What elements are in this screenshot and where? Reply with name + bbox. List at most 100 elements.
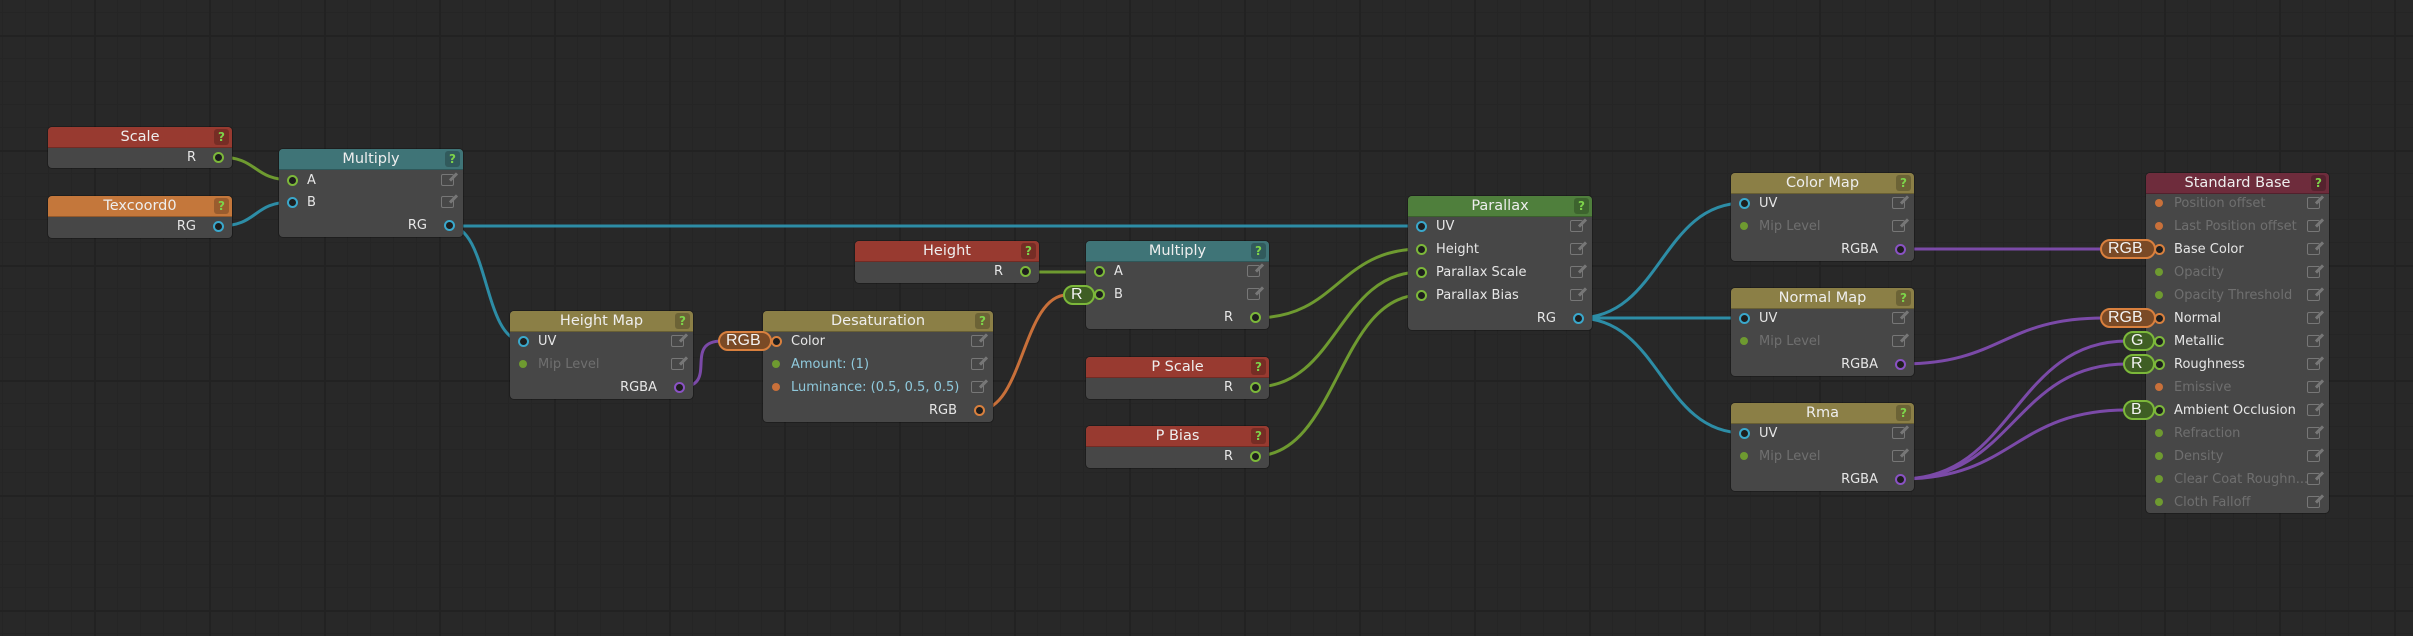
edit-icon[interactable] <box>2307 335 2320 347</box>
edit-icon[interactable] <box>1892 312 1905 324</box>
node-standard-base[interactable]: Standard Base ? Position offset Last Pos… <box>2146 173 2329 513</box>
help-icon[interactable]: ? <box>2311 175 2326 191</box>
node-header[interactable]: Standard Base ? <box>2146 173 2329 194</box>
input-pin[interactable] <box>1740 222 1748 230</box>
node-header[interactable]: Height ? <box>855 241 1039 262</box>
input-pin[interactable] <box>518 336 529 347</box>
input-pin[interactable] <box>1739 313 1750 324</box>
input-pin[interactable] <box>2154 405 2165 416</box>
node-header[interactable]: P Scale ? <box>1086 357 1269 378</box>
output-pin[interactable] <box>674 382 685 393</box>
input-pin[interactable] <box>2155 498 2163 506</box>
edit-icon[interactable] <box>2307 427 2320 439</box>
help-icon[interactable]: ? <box>1574 198 1589 214</box>
edit-icon[interactable] <box>971 335 984 347</box>
input-pin[interactable] <box>1416 267 1427 278</box>
help-icon[interactable]: ? <box>675 313 690 329</box>
help-icon[interactable]: ? <box>1896 290 1911 306</box>
wire-rma-to-metallic[interactable] <box>1900 339 2128 481</box>
wire-pscale-to-parallax[interactable] <box>1254 270 1422 389</box>
output-pin[interactable] <box>213 221 224 232</box>
input-pin[interactable] <box>1416 221 1427 232</box>
input-pin[interactable] <box>772 360 780 368</box>
node-header[interactable]: P Bias ? <box>1086 426 1269 447</box>
help-icon[interactable]: ? <box>1251 359 1266 375</box>
output-pin[interactable] <box>213 152 224 163</box>
input-pin[interactable] <box>1416 244 1427 255</box>
edit-icon[interactable] <box>1892 450 1905 462</box>
node-header[interactable]: Texcoord0 ? <box>48 196 232 217</box>
edit-icon[interactable] <box>1892 220 1905 232</box>
input-pin[interactable] <box>2155 429 2163 437</box>
input-pin[interactable] <box>1740 337 1748 345</box>
node-multiply-2[interactable]: Multiply ? A B R <box>1086 241 1269 329</box>
node-header[interactable]: Color Map ? <box>1731 173 1914 194</box>
input-pin[interactable] <box>2154 359 2165 370</box>
output-pin[interactable] <box>444 220 455 231</box>
node-header[interactable]: Scale ? <box>48 127 232 148</box>
edit-icon[interactable] <box>2307 220 2320 232</box>
input-pin[interactable] <box>1739 198 1750 209</box>
wire-rma-to-ao[interactable] <box>1900 408 2128 481</box>
edit-icon[interactable] <box>2307 450 2320 462</box>
node-height-map[interactable]: Height Map ? UV Mip Level RGBA <box>510 311 693 399</box>
node-rma[interactable]: Rma ? UV Mip Level RGBA <box>1731 403 1914 491</box>
edit-icon[interactable] <box>1570 289 1583 301</box>
node-desaturation[interactable]: Desaturation ? Color Amount: (1) Luminan… <box>763 311 993 422</box>
help-icon[interactable]: ? <box>1251 243 1266 259</box>
node-texcoord0[interactable]: Texcoord0 ? RG <box>48 196 232 238</box>
node-normal-map[interactable]: Normal Map ? UV Mip Level RGBA <box>1731 288 1914 376</box>
output-pin[interactable] <box>1020 266 1031 277</box>
node-header[interactable]: Rma ? <box>1731 403 1914 424</box>
input-pin[interactable] <box>519 360 527 368</box>
edit-icon[interactable] <box>1570 243 1583 255</box>
input-pin[interactable] <box>2155 475 2163 483</box>
output-pin[interactable] <box>974 405 985 416</box>
wire-parallax-to-colormap[interactable] <box>1577 201 1745 320</box>
output-pin[interactable] <box>1573 313 1584 324</box>
input-pin[interactable] <box>771 336 782 347</box>
node-header[interactable]: Parallax ? <box>1408 196 1592 217</box>
help-icon[interactable]: ? <box>1896 175 1911 191</box>
edit-icon[interactable] <box>671 335 684 347</box>
output-pin[interactable] <box>1895 474 1906 485</box>
edit-icon[interactable] <box>1570 266 1583 278</box>
input-pin[interactable] <box>2154 336 2165 347</box>
node-p-bias[interactable]: P Bias ? R <box>1086 426 1269 468</box>
edit-icon[interactable] <box>971 358 984 370</box>
help-icon[interactable]: ? <box>1251 428 1266 444</box>
edit-icon[interactable] <box>2307 496 2320 508</box>
edit-icon[interactable] <box>2307 404 2320 416</box>
edit-icon[interactable] <box>2307 312 2320 324</box>
edit-icon[interactable] <box>2307 243 2320 255</box>
output-pin[interactable] <box>1250 382 1261 393</box>
wire-normalmap-to-normal[interactable] <box>1900 316 2105 366</box>
input-pin[interactable] <box>2155 291 2163 299</box>
node-header[interactable]: Height Map ? <box>510 311 693 332</box>
wire-multiply-to-parallax-height[interactable] <box>1254 247 1422 320</box>
wire-parallax-to-rma[interactable] <box>1577 316 1745 435</box>
help-icon[interactable]: ? <box>1021 243 1036 259</box>
help-icon[interactable]: ? <box>975 313 990 329</box>
node-multiply-1[interactable]: Multiply ? A B RG <box>279 149 463 237</box>
output-pin[interactable] <box>1895 359 1906 370</box>
edit-icon[interactable] <box>1570 220 1583 232</box>
input-pin[interactable] <box>2155 452 2163 460</box>
input-pin[interactable] <box>287 197 298 208</box>
input-pin[interactable] <box>2155 222 2163 230</box>
node-header[interactable]: Multiply ? <box>1086 241 1269 262</box>
input-pin[interactable] <box>2155 383 2163 391</box>
edit-icon[interactable] <box>2307 266 2320 278</box>
node-height[interactable]: Height ? R <box>855 241 1039 283</box>
output-pin[interactable] <box>1895 244 1906 255</box>
edit-icon[interactable] <box>2307 289 2320 301</box>
input-pin[interactable] <box>2155 199 2163 207</box>
edit-icon[interactable] <box>1247 288 1260 300</box>
edit-icon[interactable] <box>441 174 454 186</box>
edit-icon[interactable] <box>2307 381 2320 393</box>
input-pin[interactable] <box>1094 289 1105 300</box>
output-pin[interactable] <box>1250 451 1261 462</box>
input-pin[interactable] <box>2155 268 2163 276</box>
help-icon[interactable]: ? <box>445 151 460 167</box>
input-pin[interactable] <box>1740 452 1748 460</box>
